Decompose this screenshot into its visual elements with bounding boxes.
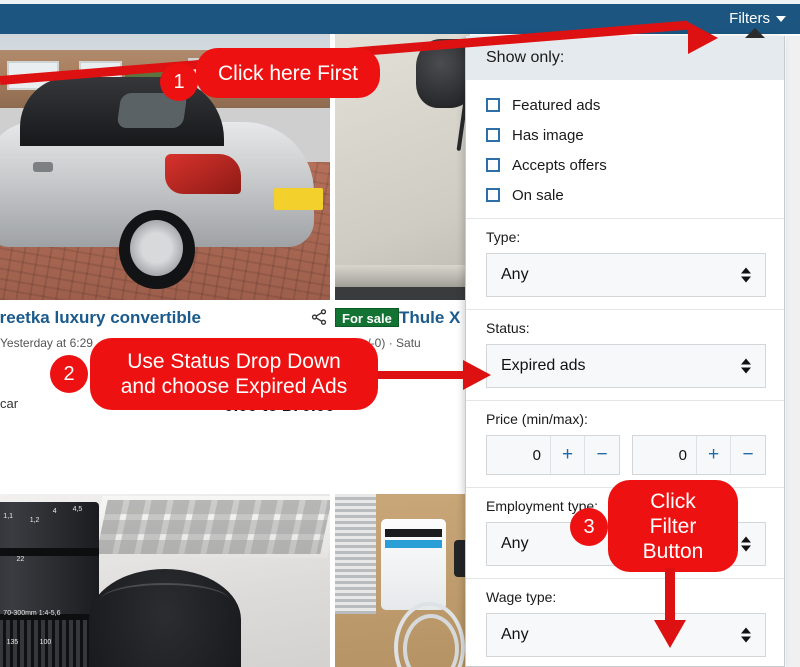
listing-title-thule[interactable]: Thule X <box>399 308 460 328</box>
listing-image-camera-lens[interactable]: 1,1 1,2 4 4,5 22 70-300mm 1:4-5,6 135 10… <box>0 494 330 667</box>
type-select-value: Any <box>501 266 529 283</box>
price-max-increment-button[interactable]: + <box>697 436 731 474</box>
annotation-1-number-label: 1 <box>173 70 185 93</box>
checkbox-label-featured-ads: Featured ads <box>512 96 601 114</box>
type-filter-section: Type: Any <box>466 218 784 309</box>
annotation-2-bubble: Use Status Drop Down and choose Expired … <box>90 338 378 410</box>
annotation-2-text-line1: Use Status Drop Down <box>127 350 341 373</box>
filters-panel: Show only: Featured ads Has image Accept… <box>465 36 785 667</box>
listing-category: car <box>0 396 19 411</box>
arrowhead-icon <box>654 620 686 648</box>
price-min-input[interactable]: 0 <box>487 436 551 474</box>
annotation-1-arrow <box>0 16 760 96</box>
price-filter-section: Price (min/max): 0 + − 0 + − <box>466 400 784 487</box>
chevron-down-icon <box>776 16 786 22</box>
checkbox-accepts-offers[interactable] <box>486 158 500 172</box>
listing-posted-date: Yesterday at 6:29 <box>0 336 93 350</box>
annotation-1-text: Click here First <box>217 61 359 85</box>
type-select[interactable]: Any <box>486 253 766 297</box>
checkbox-row-on-sale[interactable]: On sale <box>486 180 784 210</box>
arrowhead-icon <box>688 22 718 54</box>
wage-select[interactable]: Any <box>486 613 766 657</box>
status-badge-for-sale: For sale <box>335 308 399 327</box>
share-icon[interactable] <box>310 308 328 326</box>
status-select[interactable]: Expired ads <box>486 344 766 388</box>
price-min-decrement-button[interactable]: − <box>585 436 619 474</box>
select-arrows-icon <box>741 536 751 552</box>
show-only-checkbox-group: Featured ads Has image Accepts offers On… <box>466 80 784 218</box>
annotation-2-number: 2 <box>50 355 88 393</box>
annotation-2-number-label: 2 <box>63 362 75 385</box>
wage-filter-section: Wage type: Any <box>466 578 784 666</box>
price-min-stepper[interactable]: 0 + − <box>486 435 620 475</box>
checkbox-featured-ads[interactable] <box>486 98 500 112</box>
listing-image-motorhome-wifi[interactable] <box>335 494 470 667</box>
select-arrows-icon <box>741 358 751 374</box>
checkbox-label-has-image: Has image <box>512 126 584 144</box>
annotation-3-text-line2: Button <box>642 539 704 563</box>
select-arrows-icon <box>741 627 751 643</box>
checkbox-has-image[interactable] <box>486 128 500 142</box>
listing-title-convertible[interactable]: treetka luxury convertible <box>0 308 201 328</box>
annotation-2-text-line2: and choose Expired Ads <box>120 375 348 398</box>
price-min-increment-button[interactable]: + <box>551 436 585 474</box>
checkbox-label-on-sale: On sale <box>512 186 564 204</box>
price-max-decrement-button[interactable]: − <box>731 436 765 474</box>
type-label: Type: <box>486 229 521 245</box>
checkbox-row-accepts-offers[interactable]: Accepts offers <box>486 150 784 180</box>
employment-select-value: Any <box>501 535 529 552</box>
status-filter-section: Status: Expired ads <box>466 309 784 400</box>
wage-select-value: Any <box>501 626 529 643</box>
annotation-3-number-label: 3 <box>583 515 595 538</box>
checkbox-row-has-image[interactable]: Has image <box>486 120 784 150</box>
arrowhead-icon <box>463 360 491 390</box>
annotation-3-number: 3 <box>570 508 608 546</box>
price-label: Price (min/max): <box>486 411 588 427</box>
wage-label: Wage type: <box>486 589 557 605</box>
annotation-3-text-line1: Click Filter <box>649 489 697 538</box>
screenshot-root: Filters treetka luxury convertible Yeste… <box>0 0 800 667</box>
annotation-3-down-arrow <box>654 568 715 663</box>
checkbox-label-accepts-offers: Accepts offers <box>512 156 607 174</box>
annotation-1-number: 1 <box>160 63 198 101</box>
results-row-2: 1,1 1,2 4 4,5 22 70-300mm 1:4-5,6 135 10… <box>0 480 470 667</box>
annotation-1-bubble: Click here First <box>196 48 380 98</box>
price-max-stepper[interactable]: 0 + − <box>632 435 766 475</box>
price-max-input[interactable]: 0 <box>633 436 697 474</box>
status-select-value: Expired ads <box>501 357 586 374</box>
annotation-3-bubble: Click Filter Button <box>608 480 738 572</box>
select-arrows-icon <box>741 267 751 283</box>
status-label: Status: <box>486 320 530 336</box>
checkbox-on-sale[interactable] <box>486 188 500 202</box>
panel-right-gutter <box>786 36 800 667</box>
